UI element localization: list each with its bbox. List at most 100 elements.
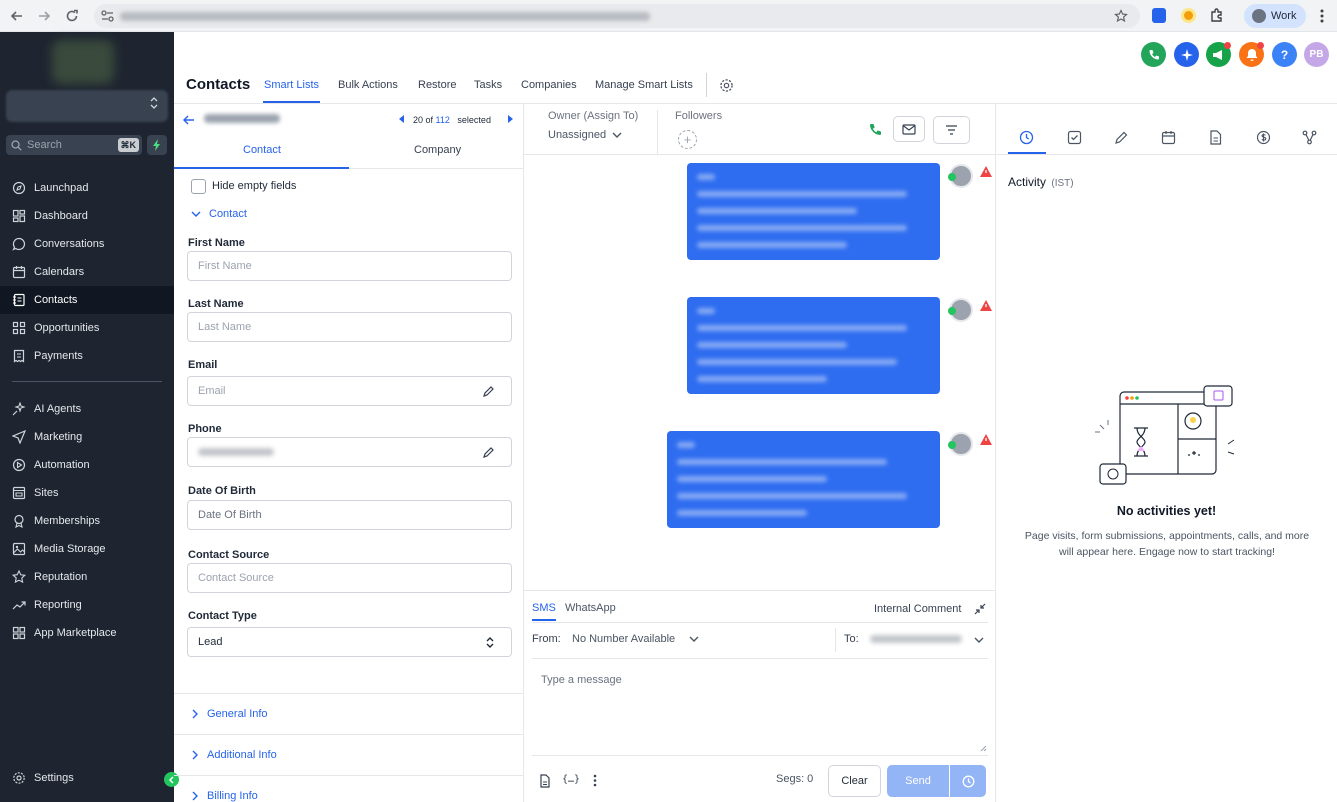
ai-sparkle-icon[interactable]: [1174, 42, 1199, 67]
section-contact-toggle[interactable]: Contact: [191, 208, 247, 220]
phone-call-icon[interactable]: [868, 122, 883, 137]
section-additional-info[interactable]: Additional Info: [191, 749, 277, 761]
sidebar-item-automation[interactable]: Automation: [0, 451, 174, 479]
tab-tasks[interactable]: Tasks: [474, 79, 502, 91]
custom-values-icon[interactable]: {…}: [562, 774, 580, 785]
note-pencil-icon[interactable]: [1114, 130, 1129, 145]
search-icon: [11, 139, 22, 151]
phone-call-icon[interactable]: [1141, 42, 1166, 67]
extensions-puzzle-icon[interactable]: [1209, 7, 1225, 23]
document-icon[interactable]: [1209, 130, 1222, 145]
channel-tab-sms[interactable]: SMS: [532, 602, 556, 614]
contacts-icon: [13, 293, 25, 307]
sidebar-item-payments[interactable]: Payments: [0, 342, 174, 370]
sidebar-item-opportunities[interactable]: Opportunities: [0, 314, 174, 342]
next-contact-icon[interactable]: [507, 115, 513, 123]
tab-bulk-actions[interactable]: Bulk Actions: [338, 79, 398, 91]
sidebar-item-settings[interactable]: Settings: [0, 764, 174, 792]
internal-comment-tab[interactable]: Internal Comment: [874, 603, 961, 615]
sidebar-item-reporting[interactable]: Reporting: [0, 591, 174, 619]
chevron-down-icon[interactable]: [974, 637, 984, 644]
tab-restore[interactable]: Restore: [418, 79, 457, 91]
to-number[interactable]: [870, 635, 962, 643]
sidebar-item-conversations[interactable]: Conversations: [0, 230, 174, 258]
message-bubble[interactable]: [687, 297, 940, 394]
back-arrow-icon[interactable]: [182, 114, 195, 126]
help-icon[interactable]: ?: [1272, 42, 1297, 67]
clear-button[interactable]: Clear: [828, 765, 881, 797]
extension-circle-icon[interactable]: [1181, 8, 1196, 23]
filter-button[interactable]: [933, 116, 970, 144]
schedule-send-button[interactable]: [950, 765, 986, 797]
sidebar-item-dashboard[interactable]: Dashboard: [0, 202, 174, 230]
more-options-icon[interactable]: [593, 774, 597, 787]
extension-docs-icon[interactable]: [1152, 8, 1166, 23]
address-bar[interactable]: [94, 4, 1140, 28]
message-input[interactable]: Type a message: [532, 659, 988, 753]
sidebar-search[interactable]: Search ⌘K: [6, 135, 142, 155]
sidebar-item-memberships[interactable]: Memberships: [0, 507, 174, 535]
email-field[interactable]: Email: [187, 376, 512, 406]
sidebar-item-calendars[interactable]: Calendars: [0, 258, 174, 286]
megaphone-icon[interactable]: [1206, 42, 1231, 67]
last-name-field[interactable]: Last Name: [187, 312, 512, 342]
warning-icon[interactable]: [980, 300, 992, 311]
sidebar-item-contacts[interactable]: Contacts: [0, 286, 174, 314]
dollar-circle-icon[interactable]: [1256, 130, 1271, 145]
add-follower-button[interactable]: +: [678, 130, 697, 149]
sidebar-item-app-marketplace[interactable]: App Marketplace: [0, 619, 174, 647]
back-arrow-icon[interactable]: [7, 6, 27, 26]
channel-tab-whatsapp[interactable]: WhatsApp: [565, 602, 616, 614]
bookmark-star-icon[interactable]: [1114, 9, 1128, 23]
sidebar-item-sites[interactable]: Sites: [0, 479, 174, 507]
account-switcher[interactable]: [6, 90, 168, 122]
sidebar-item-media-storage[interactable]: Media Storage: [0, 535, 174, 563]
forward-arrow-icon[interactable]: [34, 6, 54, 26]
hide-empty-checkbox[interactable]: [191, 179, 206, 194]
tab-contact[interactable]: Contact: [243, 144, 281, 156]
section-billing-info[interactable]: Billing Info: [191, 790, 258, 802]
pencil-icon[interactable]: [482, 446, 495, 459]
user-avatar[interactable]: PB: [1304, 42, 1329, 67]
collapse-icon[interactable]: [974, 603, 986, 615]
sidebar-item-launchpad[interactable]: Launchpad: [0, 174, 174, 202]
phone-field[interactable]: [187, 437, 512, 467]
resize-handle-icon[interactable]: [980, 745, 987, 752]
from-select[interactable]: No Number Available: [572, 633, 699, 645]
section-general-info[interactable]: General Info: [191, 708, 268, 720]
sidebar-item-reputation[interactable]: Reputation: [0, 563, 174, 591]
reload-icon[interactable]: [62, 6, 82, 26]
message-bubble[interactable]: [687, 163, 940, 260]
prev-contact-icon[interactable]: [399, 115, 405, 123]
sidebar-item-marketing[interactable]: Marketing: [0, 423, 174, 451]
send-button[interactable]: Send: [887, 765, 949, 797]
tab-companies[interactable]: Companies: [521, 79, 577, 91]
workflow-icon[interactable]: [1302, 130, 1317, 145]
tab-smart-lists[interactable]: Smart Lists: [264, 79, 319, 91]
browser-menu-icon[interactable]: [1320, 9, 1324, 23]
chevron-down-icon: [191, 211, 201, 217]
sidebar-item-ai-agents[interactable]: AI Agents: [0, 395, 174, 423]
settings-gear-icon[interactable]: [719, 78, 734, 93]
activity-clock-icon[interactable]: [1019, 130, 1034, 145]
profile-button[interactable]: Work: [1244, 4, 1306, 28]
email-button[interactable]: [893, 116, 925, 142]
dob-field[interactable]: Date Of Birth: [187, 500, 512, 530]
first-name-field[interactable]: First Name: [187, 251, 512, 281]
quick-action-bolt-icon[interactable]: [147, 135, 167, 155]
chevron-updown-icon[interactable]: [150, 96, 158, 110]
contact-source-field[interactable]: Contact Source: [187, 563, 512, 593]
task-check-icon[interactable]: [1067, 130, 1082, 145]
tab-manage-smart-lists[interactable]: Manage Smart Lists: [595, 79, 693, 91]
warning-icon[interactable]: [980, 434, 992, 445]
pencil-icon[interactable]: [482, 385, 495, 398]
warning-icon[interactable]: [980, 166, 992, 177]
calendar-icon[interactable]: [1161, 130, 1176, 145]
bell-icon[interactable]: [1239, 42, 1264, 67]
message-bubble[interactable]: [667, 431, 940, 528]
attachment-icon[interactable]: [539, 774, 551, 788]
owner-select[interactable]: Unassigned: [548, 129, 622, 141]
contact-type-select[interactable]: Lead: [187, 627, 512, 657]
tab-company[interactable]: Company: [414, 144, 461, 156]
site-settings-icon[interactable]: [101, 10, 114, 22]
